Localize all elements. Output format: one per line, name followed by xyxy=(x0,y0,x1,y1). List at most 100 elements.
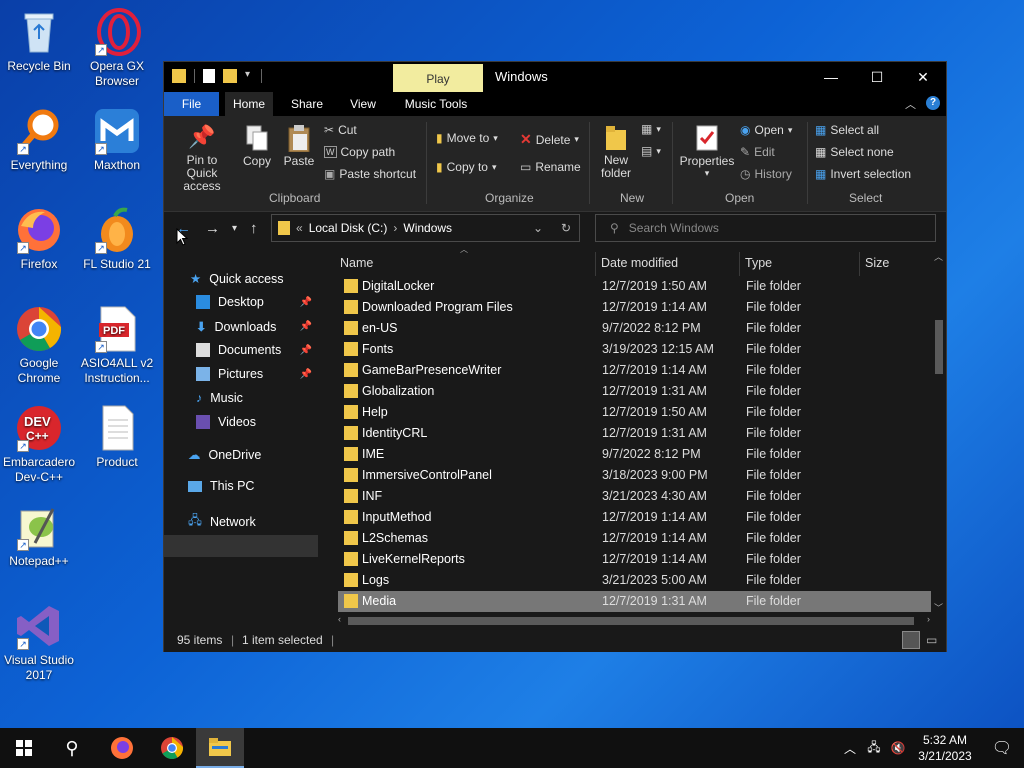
move-to-button[interactable]: ▮ Move to ▾ xyxy=(436,131,498,145)
customize-qat-icon[interactable]: ▾ xyxy=(245,69,253,83)
table-row[interactable]: DigitalLocker 12/7/2019 1:50 AM File folde… xyxy=(338,276,931,297)
table-row[interactable]: IME 9/7/2022 8:12 PM File folder xyxy=(338,444,931,465)
table-row[interactable]: Globalization 12/7/2019 1:31 AM File folde… xyxy=(338,381,931,402)
address-dropdown-icon[interactable]: ⌄ xyxy=(533,221,543,235)
properties-icon[interactable] xyxy=(203,69,215,83)
taskbar-chrome[interactable] xyxy=(148,728,196,768)
column-header-type[interactable]: Type xyxy=(745,250,855,276)
column-header-name[interactable]: Name xyxy=(340,250,590,276)
table-row[interactable]: Downloaded Program Files 12/7/2019 1:14 A… xyxy=(338,297,931,318)
address-input[interactable]: « Local Disk (C:) › Windows ⌄ ↻ xyxy=(271,214,580,242)
open-button[interactable]: ◉ Open ▾ xyxy=(740,123,792,137)
table-row[interactable]: GameBarPresenceWriter 12/7/2019 1:14 AM Fi… xyxy=(338,360,931,381)
network-status-icon[interactable]: 🖧 xyxy=(862,738,886,759)
recent-locations-chevron-icon[interactable]: ▾ xyxy=(232,223,237,234)
column-header-date[interactable]: Date modified xyxy=(601,250,736,276)
breadcrumb-chevron-icon[interactable]: › xyxy=(393,221,397,235)
tab-music-tools[interactable]: Music Tools xyxy=(396,92,476,116)
search-button[interactable]: ⚲ xyxy=(48,728,96,768)
desktop-icon-chrome[interactable]: Google Chrome xyxy=(0,305,78,386)
new-folder-button[interactable]: New folder xyxy=(596,124,636,180)
edit-button[interactable]: ✎ Edit xyxy=(740,145,775,159)
breadcrumb-windows[interactable]: Windows xyxy=(403,221,452,235)
minimize-button[interactable]: — xyxy=(808,62,854,92)
scroll-right-icon[interactable]: › xyxy=(927,614,930,624)
horizontal-scrollbar[interactable]: ‹ › xyxy=(336,613,932,629)
table-row[interactable]: Fonts 3/19/2023 12:15 AM File folder xyxy=(338,339,931,360)
delete-button[interactable]: ✕ Delete ▾ xyxy=(520,131,579,148)
breadcrumb-overflow[interactable]: « xyxy=(296,221,303,235)
desktop-icon-devcpp[interactable]: DEV C++ ↗ Embarcadero Dev-C++ xyxy=(0,404,78,485)
tab-home[interactable]: Home xyxy=(225,92,273,116)
taskbar-file-explorer[interactable] xyxy=(196,728,244,768)
horizontal-scroll-thumb[interactable] xyxy=(348,617,914,625)
nav-documents[interactable]: Documents 📌 xyxy=(196,343,316,357)
nav-desktop[interactable]: Desktop 📌 xyxy=(196,295,316,309)
refresh-icon[interactable]: ↻ xyxy=(561,221,571,235)
tab-file[interactable]: File xyxy=(164,92,219,116)
copy-to-button[interactable]: ▮ Copy to ▾ xyxy=(436,160,497,174)
new-folder-icon[interactable] xyxy=(223,69,237,83)
table-row[interactable]: Help 12/7/2019 1:50 AM File folder xyxy=(338,402,931,423)
table-row[interactable]: Logs 3/21/2023 5:00 AM File folder xyxy=(338,570,931,591)
scroll-left-icon[interactable]: ‹ xyxy=(338,614,341,624)
table-row[interactable]: IdentityCRL 12/7/2019 1:31 AM File folder xyxy=(338,423,931,444)
desktop-icon-asio4all[interactable]: PDF ↗ ASIO4ALL v2 Instruction... xyxy=(78,305,156,386)
table-row[interactable]: Media 12/7/2019 1:31 AM File folder xyxy=(338,591,931,612)
history-button[interactable]: ◷ History xyxy=(740,167,792,181)
notifications-icon[interactable]: 🗨 xyxy=(980,738,1024,758)
nav-music[interactable]: ♪ Music xyxy=(196,391,243,405)
table-row[interactable]: L2Schemas 12/7/2019 1:14 AM File folder xyxy=(338,528,931,549)
up-arrow-icon[interactable]: ↑ xyxy=(250,220,258,237)
desktop-icon-notepadpp[interactable]: ↗ Notepad++ xyxy=(0,503,78,569)
tab-view[interactable]: View xyxy=(340,92,386,116)
nav-this-pc[interactable]: This PC xyxy=(188,479,254,493)
column-header-size[interactable]: Size xyxy=(865,250,925,276)
help-icon[interactable]: ? xyxy=(926,96,940,110)
desktop-icon-firefox[interactable]: ↗ Firefox xyxy=(0,206,78,272)
desktop-icon-opera-gx[interactable]: ↗ Opera GX Browser xyxy=(78,8,156,89)
nav-network[interactable]: 🖧 Network xyxy=(188,511,256,532)
table-row[interactable]: InputMethod 12/7/2019 1:14 AM File folder xyxy=(338,507,931,528)
show-hidden-icons-chevron-icon[interactable]: ︿ xyxy=(838,740,862,757)
paste-shortcut-button[interactable]: ▣ Paste shortcut xyxy=(324,167,416,181)
table-row[interactable]: en-US 9/7/2022 8:12 PM File folder xyxy=(338,318,931,339)
forward-arrow-icon[interactable]: → xyxy=(205,220,220,237)
properties-button[interactable]: Properties ▾ xyxy=(678,124,736,179)
scroll-down-icon[interactable]: ﹀ xyxy=(934,601,943,614)
vertical-scrollbar[interactable]: ︿ ﹀ xyxy=(932,250,946,614)
search-input[interactable]: ⚲ Search Windows xyxy=(595,214,936,242)
scroll-up-icon[interactable]: ︿ xyxy=(934,250,943,263)
table-row[interactable]: ImmersiveControlPanel 3/18/2023 9:00 PM Fi… xyxy=(338,465,931,486)
close-button[interactable]: ✕ xyxy=(900,62,946,92)
volume-muted-icon[interactable]: 🔇 xyxy=(886,741,910,755)
clock[interactable]: 5:32 AM 3/21/2023 xyxy=(910,732,980,764)
nav-onedrive[interactable]: ☁ OneDrive xyxy=(188,447,261,463)
context-tab-play[interactable]: Play xyxy=(393,64,483,92)
desktop-icon-everything[interactable]: ↗ Everything xyxy=(0,107,78,173)
copy-path-button[interactable]: W Copy path xyxy=(324,145,395,159)
taskbar-firefox[interactable] xyxy=(98,728,146,768)
table-row[interactable]: INF 3/21/2023 4:30 AM File folder xyxy=(338,486,931,507)
tab-share[interactable]: Share xyxy=(284,92,330,116)
cut-button[interactable]: ✂ Cut xyxy=(324,123,357,137)
breadcrumb-local-disk[interactable]: Local Disk (C:) xyxy=(309,221,388,235)
pin-quick-access-button[interactable]: 📌 Pin to Quick access xyxy=(170,124,234,193)
nav-pictures[interactable]: Pictures 📌 xyxy=(196,367,316,381)
select-none-button[interactable]: ▦ Select none xyxy=(815,145,894,159)
nav-videos[interactable]: Videos xyxy=(196,415,256,429)
copy-button[interactable]: Copy xyxy=(240,124,274,168)
desktop-icon-maxthon[interactable]: ↗ Maxthon xyxy=(78,107,156,173)
table-row[interactable]: LiveKernelReports 12/7/2019 1:14 AM File f… xyxy=(338,549,931,570)
invert-selection-button[interactable]: ▦ Invert selection xyxy=(815,167,911,181)
nav-quick-access[interactable]: ★ Quick access xyxy=(190,271,284,287)
rename-button[interactable]: ▭ Rename xyxy=(520,160,581,174)
select-all-button[interactable]: ▦ Select all xyxy=(815,123,879,137)
desktop-icon-visual-studio[interactable]: ↗ Visual Studio 2017 xyxy=(0,602,78,683)
new-item-button[interactable]: ▦ ▾ xyxy=(641,122,661,136)
details-view-icon[interactable] xyxy=(902,631,920,649)
collapse-ribbon-icon[interactable]: ︿ xyxy=(905,96,916,112)
easy-access-button[interactable]: ▤ ▾ xyxy=(641,144,661,158)
desktop-icon-product[interactable]: Product xyxy=(78,404,156,470)
start-button[interactable] xyxy=(0,728,48,768)
